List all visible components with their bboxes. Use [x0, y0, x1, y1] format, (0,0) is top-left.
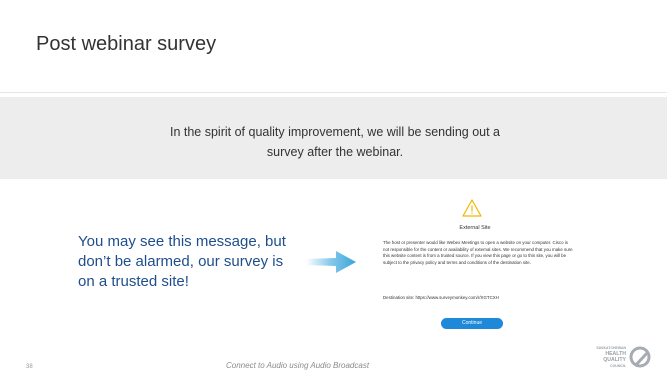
page-title: Post webinar survey [36, 33, 217, 55]
destination-label: Destination site: [383, 295, 415, 300]
continue-button[interactable]: Continue [441, 318, 503, 329]
q-logo-icon [629, 346, 651, 368]
message-text: You may see this message, but don’t be a… [78, 233, 286, 290]
dialog-destination: Destination site: https://www.surveymonk… [383, 295, 583, 300]
title-bar: Post webinar survey [0, 0, 667, 93]
dialog-title: External Site [459, 225, 491, 231]
slide: Post webinar survey In the spirit of qua… [0, 0, 667, 380]
right-arrow-icon [306, 251, 356, 273]
dialog-body: The host or presenter would like Webex M… [383, 240, 573, 265]
destination-url[interactable]: https://www.surveymonkey.com/r/XGTCXH [415, 295, 498, 300]
banner-text: In the spirit of quality improvement, we… [169, 125, 501, 159]
page-number: 38 [26, 364, 33, 370]
footer-text: Connect to Audio using Audio Broadcast [226, 361, 370, 370]
warning-icon [462, 199, 482, 217]
